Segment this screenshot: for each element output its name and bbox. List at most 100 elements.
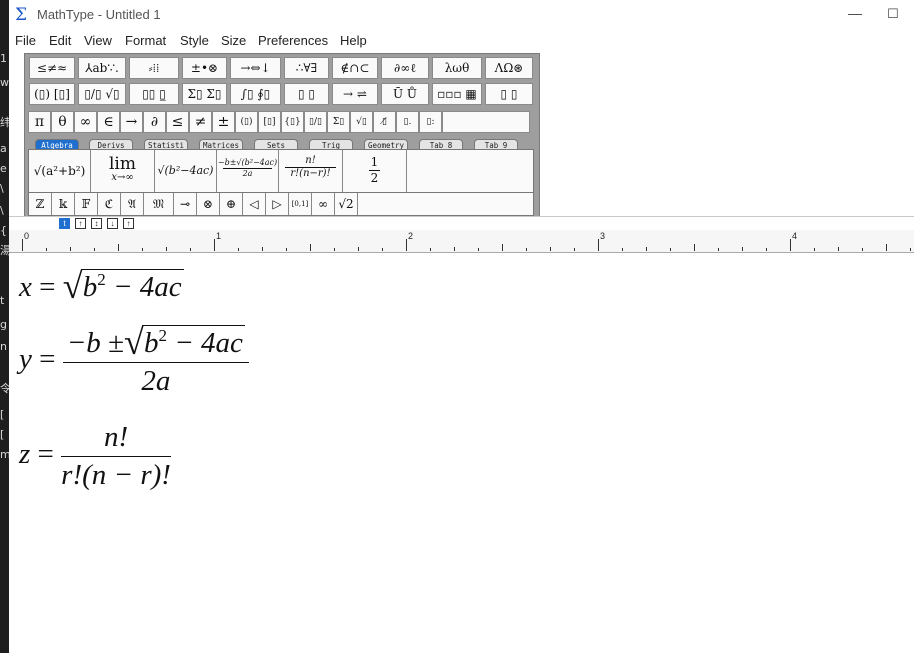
style-tab-2[interactable]: ↑	[75, 218, 86, 229]
ruler-tick	[574, 248, 575, 251]
infinity-small-button[interactable]: ∞	[312, 193, 335, 215]
not-equal-symbol-button[interactable]: ≠	[189, 111, 212, 133]
menu-edit[interactable]: Edit	[49, 33, 71, 48]
field-k-symbol-button[interactable]: 𝕜	[52, 193, 75, 215]
field-f-symbol-button[interactable]: 𝔽	[75, 193, 98, 215]
ruler-tick	[382, 248, 383, 251]
fraktur-a-symbol-button[interactable]: 𝔄	[121, 193, 144, 215]
superscript-template-button[interactable]: ▯:	[419, 111, 442, 133]
math-palette: ≤≠≈ ⅄ab∵. ⸗⁞⁞ ±•⊗ →⇔↓ ∴∀∃ ∉∩⊂ ∂∞ℓ λωθ ΛΩ…	[24, 53, 540, 217]
maximize-button[interactable]: ☐	[878, 2, 908, 26]
relational-symbols-button[interactable]: ≤≠≈	[29, 57, 75, 79]
ruler-tick	[766, 248, 767, 251]
empty-symbol-slot	[442, 111, 530, 133]
greek-lowercase-button[interactable]: λωθ	[432, 57, 482, 79]
parentheses-template-button[interactable]: (▯)	[235, 111, 258, 133]
slash-template-button[interactable]: ▯̸	[373, 111, 396, 133]
brackets-template-button[interactable]: [▯]	[258, 111, 281, 133]
background-text-char: 湯	[0, 244, 9, 257]
ruler[interactable]: 0 1 2 3 4	[9, 230, 914, 253]
ruler-tick	[310, 244, 311, 251]
element-of-symbol-button[interactable]: ∈	[97, 111, 120, 133]
interval-symbol-button[interactable]: [0,1]	[289, 193, 312, 215]
template-limit-top: lim	[109, 154, 136, 174]
template-one-half[interactable]: 1 2	[343, 150, 407, 192]
spaces-ellipses-button[interactable]: ⅄ab∵.	[78, 57, 126, 79]
menu-preferences[interactable]: Preferences	[258, 33, 328, 48]
logical-symbols-button[interactable]: ∴∀∃	[284, 57, 329, 79]
menu-view[interactable]: View	[84, 33, 112, 48]
box-templates-button[interactable]: ▯ ▯	[485, 83, 533, 105]
ruler-tick	[94, 248, 95, 251]
integral-templates-button[interactable]: ∫▯ ∮▯	[230, 83, 281, 105]
infinity-symbol-button[interactable]: ∞	[74, 111, 97, 133]
subscript-templates-button[interactable]: ▯▯ ▯̲	[129, 83, 179, 105]
algebra-templates-row: √(a²+b²) lim x→∞ √(b²−4ac) −b±√(b²−4ac) …	[28, 149, 534, 193]
background-text-char: g	[0, 318, 7, 331]
braces-template-button[interactable]: {▯}	[281, 111, 304, 133]
plus-minus-symbol-button[interactable]: ±	[212, 111, 235, 133]
integers-symbol-button[interactable]: ℤ	[29, 193, 52, 215]
less-equal-symbol-button[interactable]: ≤	[166, 111, 189, 133]
background-text-char: {	[0, 224, 7, 237]
ruler-tick	[790, 239, 791, 251]
style-tab-3[interactable]: ↕	[91, 218, 102, 229]
template-combination[interactable]: n! r!(n−r)!	[279, 150, 343, 192]
eq2-lhs: y	[19, 343, 32, 376]
left-triangle-symbol-button[interactable]: ◁	[243, 193, 266, 215]
ruler-tick	[478, 248, 479, 251]
template-quadratic[interactable]: −b±√(b²−4ac) 2a	[217, 150, 279, 192]
fraction-template-button[interactable]: ▯/▯	[304, 111, 327, 133]
equation-editing-area[interactable]: x = √ b2 − 4ac y = −b ± √ b2 − 4ac 2a z = n…	[9, 253, 914, 653]
arrow-symbols-button[interactable]: →⇔↓	[230, 57, 281, 79]
fraktur-m-symbol-button[interactable]: 𝔐	[144, 193, 174, 215]
fence-templates-button[interactable]: (▯) [▯]	[29, 83, 75, 105]
eq1-rad-base: b	[82, 271, 98, 303]
template-limit[interactable]: lim x→∞	[91, 150, 155, 192]
otimes-symbol-button[interactable]: ⊗	[197, 193, 220, 215]
greek-uppercase-button[interactable]: ΛΩ⊛	[485, 57, 533, 79]
menu-size[interactable]: Size	[221, 33, 246, 48]
style-tab-4[interactable]: ↓	[107, 218, 118, 229]
pi-symbol-button[interactable]: π	[28, 111, 51, 133]
matrix-templates-button[interactable]: ▫▫▫ ▦	[432, 83, 482, 105]
summation-templates-button[interactable]: Σ▯ Σ▯	[182, 83, 227, 105]
menu-format[interactable]: Format	[125, 33, 166, 48]
theta-symbol-button[interactable]: θ	[51, 111, 74, 133]
eq3-fraction-bar	[61, 456, 171, 457]
menu-style[interactable]: Style	[180, 33, 209, 48]
fraktur-c-symbol-button[interactable]: ℭ	[98, 193, 121, 215]
operator-symbols-button[interactable]: ±•⊗	[182, 57, 227, 79]
minimize-button[interactable]: —	[840, 2, 870, 26]
equation-2[interactable]: y = −b ± √ b2 − 4ac 2a	[19, 322, 249, 398]
products-set-templates-button[interactable]: Ū Ů	[381, 83, 429, 105]
style-tab-1[interactable]: t	[59, 218, 70, 229]
eq1-rad-exp: 2	[97, 270, 106, 289]
ruler-tick	[46, 248, 47, 251]
style-tab-5[interactable]: ↑	[123, 218, 134, 229]
equation-1[interactable]: x = √ b2 − 4ac	[19, 266, 184, 306]
ruler-tick	[502, 244, 503, 251]
template-sqrt-a2-b2[interactable]: √(a²+b²)	[29, 150, 91, 192]
sum-template-button[interactable]: Σ▯	[327, 111, 350, 133]
multimap-symbol-button[interactable]: ⊸	[174, 193, 197, 215]
right-triangle-symbol-button[interactable]: ▷	[266, 193, 289, 215]
subscript-template-button[interactable]: ▯.	[396, 111, 419, 133]
labeled-arrow-templates-button[interactable]: → ⇌	[332, 83, 378, 105]
oplus-symbol-button[interactable]: ⊕	[220, 193, 243, 215]
equation-3[interactable]: z = n! r!(n − r)!	[19, 421, 171, 492]
menu-help[interactable]: Help	[340, 33, 367, 48]
arrow-symbol-button[interactable]: →	[120, 111, 143, 133]
menu-file[interactable]: File	[15, 33, 36, 48]
template-sqrt-discriminant[interactable]: √(b²−4ac)	[155, 150, 217, 192]
embellishments-button[interactable]: ⸗⁞⁞	[129, 57, 179, 79]
background-window-strip: 1 w 纬 a e \ \ {湯 t g n 令 [[m	[0, 0, 9, 653]
sqrt-template-button[interactable]: √▯	[350, 111, 373, 133]
fraction-radical-templates-button[interactable]: ▯/▯ √▯	[78, 83, 126, 105]
partial-symbol-button[interactable]: ∂	[143, 111, 166, 133]
sqrt-two-button[interactable]: √2	[335, 193, 358, 215]
set-theory-symbols-button[interactable]: ∉∩⊂	[332, 57, 378, 79]
eq2-equals: =	[39, 343, 56, 376]
misc-symbols-button[interactable]: ∂∞ℓ	[381, 57, 429, 79]
underbar-overbar-templates-button[interactable]: ▯ ▯	[284, 83, 329, 105]
